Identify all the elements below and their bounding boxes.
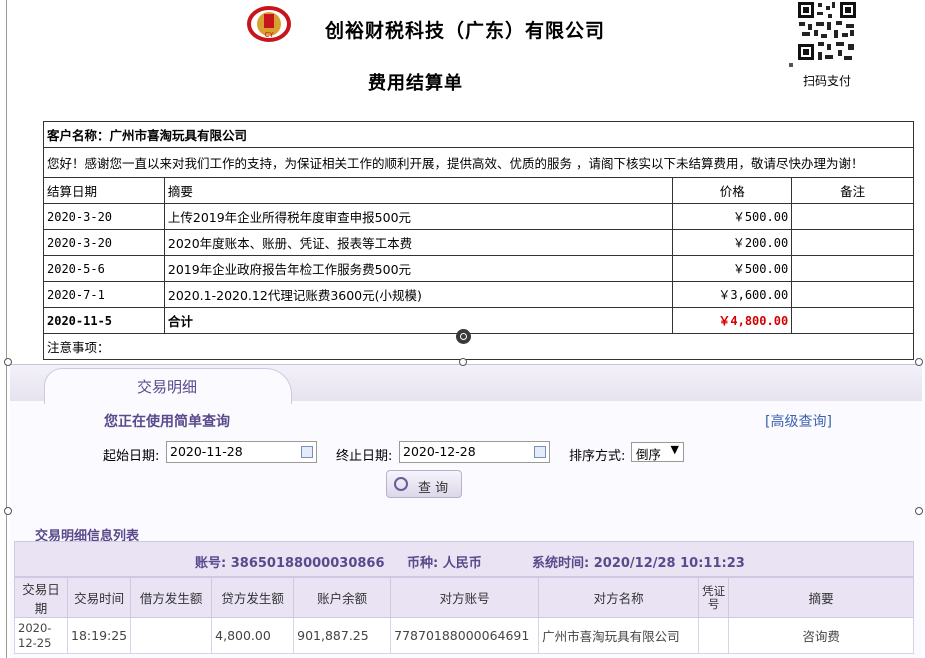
greeting-row: 您好！感谢您一直以来对我们工作的支持，为保证相关工作的顺利开展，提供高效、优质的… — [43, 147, 914, 178]
total-date: 2020-11-5 — [43, 307, 165, 334]
green-dot-marker — [789, 63, 793, 67]
company-logo: CY — [247, 6, 291, 42]
column-header: 对方账号 — [390, 577, 540, 618]
calendar-icon[interactable] — [301, 446, 313, 458]
rotate-handle-icon[interactable] — [456, 329, 471, 344]
end-date-label: 终止日期: — [336, 449, 393, 464]
column-header: 借方发生额 — [130, 577, 213, 618]
settlement-table: 客户名称：广州市喜淘玩具有限公司 您好！感谢您一直以来对我们工作的支持，为保证相… — [43, 121, 914, 360]
customer-label: 客户名称： — [47, 128, 110, 143]
greeting-text: 您好！感谢您一直以来对我们工作的支持，为保证相关工作的顺利开展，提供高效、优质的… — [43, 147, 914, 178]
table-row[interactable]: 2020-12-25 18:19:25 4,800.00 901,887.25 … — [14, 617, 914, 654]
table-row: 2020-3-20 2020年度账本、账册、凭证、报表等工本费 ￥200.00 — [43, 229, 914, 256]
customer-name: 广州市喜淘玩具有限公司 — [109, 128, 248, 143]
resize-handle[interactable] — [915, 507, 923, 515]
row-summary: 2020.1-2020.12代理记账费3600元(小规模) — [163, 281, 674, 308]
row-date: 2020-7-1 — [43, 281, 165, 308]
cell-counter-name: 广州市喜淘玩具有限公司 — [538, 617, 700, 654]
search-icon — [394, 477, 408, 491]
row-price: ￥200.00 — [672, 229, 793, 256]
cell-counter-account: 77870188000064691 — [390, 617, 540, 654]
cell-time: 18:19:25 — [66, 617, 132, 654]
table-header: 交易日期 交易时间 借方发生额 贷方发生额 账户余额 对方账号 对方名称 凭证号… — [14, 577, 914, 618]
row-summary: 2019年企业政府报告年检工作服务费500元 — [163, 255, 674, 282]
row-price: ￥500.00 — [672, 255, 793, 282]
cell-credit: 4,800.00 — [211, 617, 295, 654]
total-amount: ￥4,800.00 — [672, 307, 793, 334]
currency: 币种: 人民币 — [407, 556, 482, 571]
column-header: 价格 — [672, 177, 793, 204]
table-row: 2020-3-20 上传2019年企业所得税年度审查申报500元 ￥500.00 — [43, 203, 914, 230]
row-note — [791, 281, 914, 308]
start-date-label: 起始日期: — [103, 449, 160, 464]
qr-caption: 扫码支付 — [803, 74, 852, 88]
column-header: 交易日期 — [14, 577, 68, 618]
cell-debit — [130, 617, 213, 654]
page-left-border — [6, 0, 7, 658]
customer-row: 客户名称：广州市喜淘玩具有限公司 — [43, 121, 914, 148]
end-date-input[interactable]: 2020-12-28 — [399, 441, 550, 463]
column-header: 凭证号 — [698, 577, 730, 618]
row-note — [791, 203, 914, 230]
svg-text:CY: CY — [264, 31, 274, 39]
system-time: 系统时间: 2020/12/28 10:11:23 — [532, 556, 745, 571]
column-header: 对方名称 — [538, 577, 700, 618]
table-row: 2020-5-6 2019年企业政府报告年检工作服务费500元 ￥500.00 — [43, 255, 914, 282]
tab-label: 交易明细 — [137, 378, 198, 396]
company-name: 创裕财税科技（广东）有限公司 — [325, 20, 606, 42]
cell-summary: 咨询费 — [728, 617, 914, 654]
embedded-bank-screenshot[interactable]: 交易明细 您正在使用简单查询 [高级查询] 起始日期: 2020-11-28 终… — [10, 364, 922, 658]
table-row: 2020-7-1 2020.1-2020.12代理记账费3600元(小规模) ￥… — [43, 281, 914, 308]
column-header: 贷方发生额 — [211, 577, 295, 618]
simple-query-notice: 您正在使用简单查询 — [104, 414, 230, 430]
query-button[interactable]: 查 询 — [386, 470, 462, 498]
row-price: ￥500.00 — [672, 203, 793, 230]
column-header: 账户余额 — [293, 577, 392, 618]
row-date: 2020-3-20 — [43, 203, 165, 230]
sort-order-select[interactable]: 倒序 ▼ — [631, 442, 684, 462]
sort-label: 排序方式: — [569, 449, 626, 464]
chevron-down-icon: ▼ — [670, 443, 679, 456]
total-label: 合计 — [163, 307, 674, 334]
advanced-query-link[interactable]: [高级查询] — [765, 411, 832, 431]
cell-voucher — [698, 617, 730, 654]
row-summary: 2020年度账本、账册、凭证、报表等工本费 — [163, 229, 674, 256]
column-header: 摘要 — [163, 177, 674, 204]
calendar-icon[interactable] — [534, 446, 546, 458]
column-header: 交易时间 — [66, 577, 132, 618]
cell-date: 2020-12-25 — [14, 617, 68, 654]
account-number: 账号: 38650188000030866 — [195, 556, 385, 571]
notes-row: 注意事项： — [43, 333, 914, 360]
header-row: 结算日期 摘要 价格 备注 — [43, 177, 914, 204]
cell-balance: 901,887.25 — [293, 617, 392, 654]
row-note — [791, 255, 914, 282]
row-price: ￥3,600.00 — [672, 281, 793, 308]
transaction-table: 交易日期 交易时间 借方发生额 贷方发生额 账户余额 对方账号 对方名称 凭证号… — [14, 577, 914, 654]
query-button-label: 查 询 — [418, 481, 449, 496]
resize-handle[interactable] — [4, 358, 12, 366]
row-summary: 上传2019年企业所得税年度审查申报500元 — [163, 203, 674, 230]
document-title: 费用结算单 — [368, 73, 463, 94]
account-info-bar: 账号: 38650188000030866 币种: 人民币 系统时间: 2020… — [14, 541, 914, 577]
column-header: 备注 — [791, 177, 914, 204]
column-header: 结算日期 — [43, 177, 165, 204]
resize-handle[interactable] — [915, 358, 923, 366]
start-date-input[interactable]: 2020-11-28 — [166, 441, 317, 463]
payment-qr-code[interactable] — [796, 0, 858, 64]
row-date: 2020-5-6 — [43, 255, 165, 282]
notes-label: 注意事项： — [43, 333, 914, 360]
total-row: 2020-11-5 合计 ￥4,800.00 — [43, 307, 914, 334]
row-date: 2020-3-20 — [43, 229, 165, 256]
row-note — [791, 229, 914, 256]
resize-handle[interactable] — [459, 358, 467, 366]
resize-handle[interactable] — [4, 507, 12, 515]
column-header: 摘要 — [728, 577, 914, 618]
